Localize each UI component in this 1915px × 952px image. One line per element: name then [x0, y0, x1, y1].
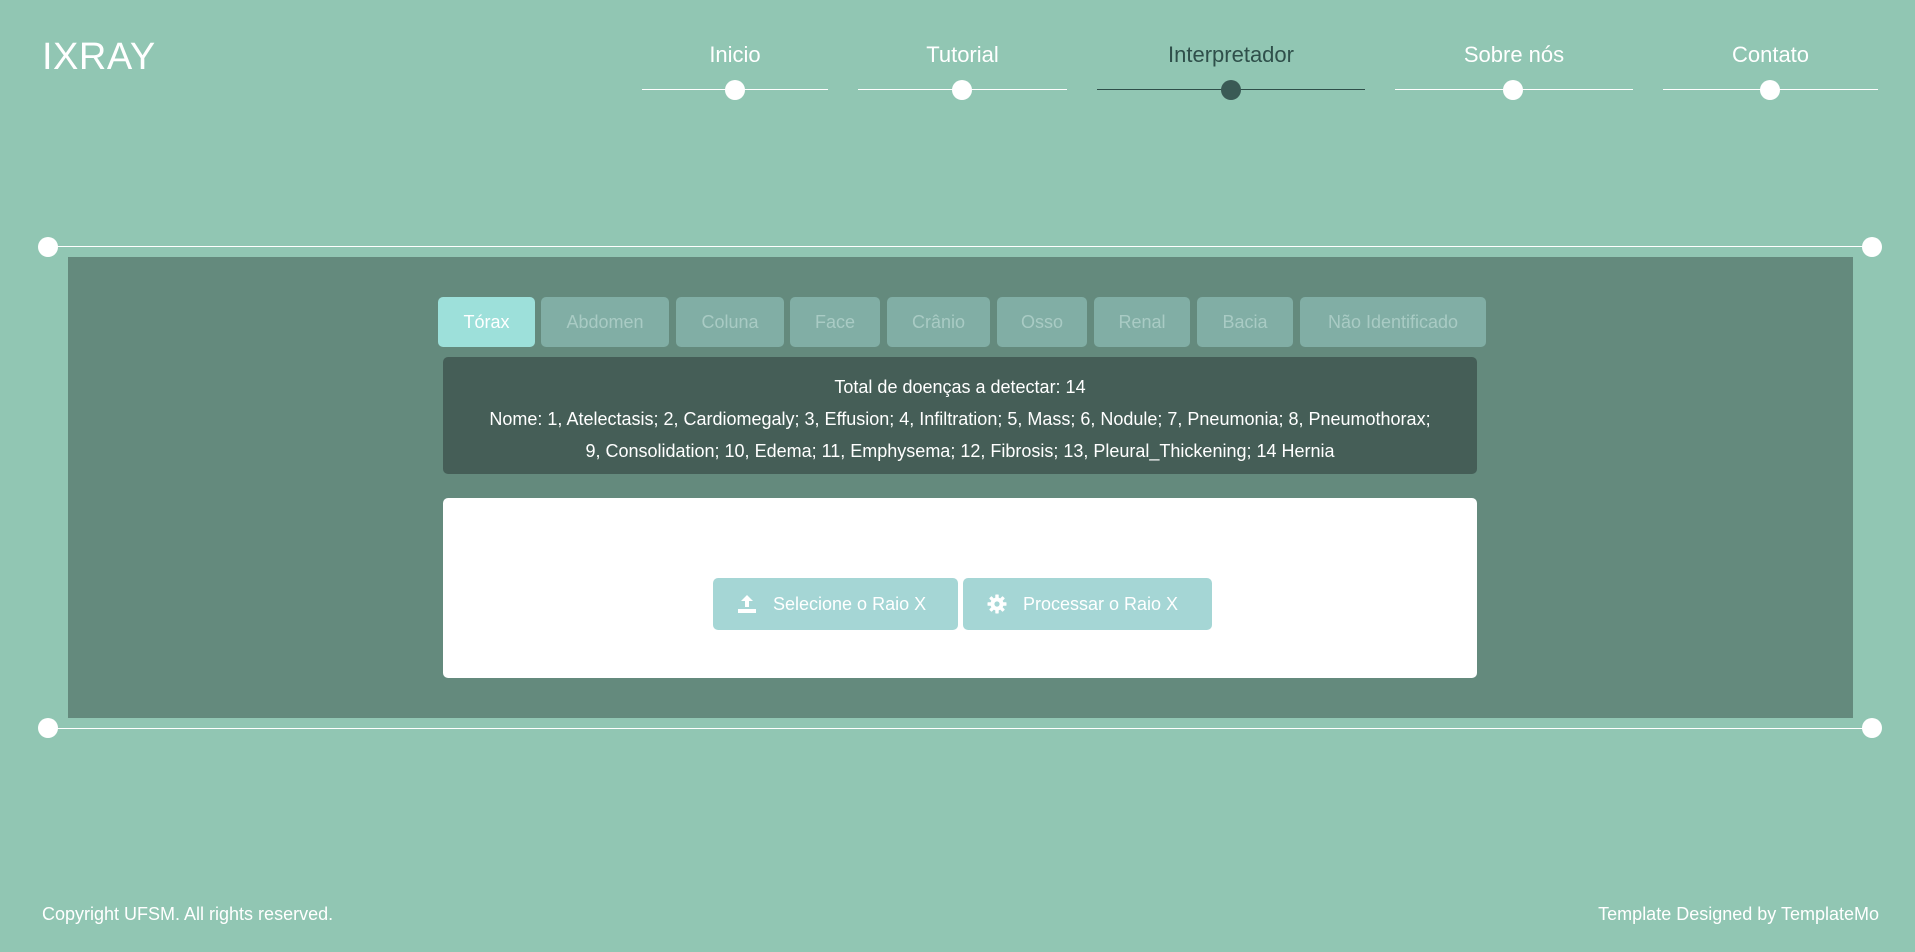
select-xray-label: Selecione o Raio X	[773, 594, 927, 614]
nav-item-inicio[interactable]: Inicio	[642, 40, 828, 100]
nav-item-label: Tutorial	[926, 42, 999, 67]
tab-cranio[interactable]: Crânio	[887, 297, 990, 347]
nav-dot	[1503, 80, 1523, 100]
upload-box: Selecione o Raio X Processar o Raio X	[443, 498, 1477, 678]
nav-dot	[1760, 80, 1780, 100]
nav-dot	[952, 80, 972, 100]
nav-item-interpretador[interactable]: Interpretador	[1097, 40, 1365, 100]
disease-names-line-1: Nome: 1, Atelectasis; 2, Cardiomegaly; 3…	[489, 409, 1431, 429]
frame-corner-dot	[38, 237, 58, 257]
gear-icon	[987, 594, 1007, 614]
footer-copyright: Copyright UFSM. All rights reserved.	[42, 904, 334, 924]
nav-item-contato[interactable]: Contato	[1663, 40, 1878, 100]
tab-renal[interactable]: Renal	[1094, 297, 1190, 347]
process-xray-button[interactable]: Processar o Raio X	[963, 578, 1212, 630]
frame-bottom-line	[48, 728, 1872, 729]
main-nav: Inicio Tutorial Interpretador Sobre nós …	[0, 0, 1915, 110]
tab-nao-identificado[interactable]: Não Identificado	[1300, 297, 1486, 347]
nav-item-label: Interpretador	[1168, 42, 1294, 67]
disease-total: Total de doenças a detectar: 14	[834, 377, 1086, 397]
frame-corner-dot	[1862, 718, 1882, 738]
disease-info-box: Total de doenças a detectar: 14 Nome: 1,…	[443, 357, 1477, 474]
tab-coluna[interactable]: Coluna	[676, 297, 784, 347]
nav-item-tutorial[interactable]: Tutorial	[858, 40, 1067, 100]
process-xray-label: Processar o Raio X	[1023, 594, 1179, 614]
select-xray-button[interactable]: Selecione o Raio X	[713, 578, 958, 630]
disease-names-line-2: 9, Consolidation; 10, Edema; 11, Emphyse…	[585, 441, 1335, 461]
upload-icon	[738, 595, 756, 613]
footer-credit[interactable]: Template Designed by TemplateMo	[1598, 904, 1879, 925]
nav-dot	[725, 80, 745, 100]
frame-corner-dot	[1862, 237, 1882, 257]
frame-corner-dot	[38, 718, 58, 738]
nav-item-label: Contato	[1731, 42, 1810, 67]
tab-osso[interactable]: Osso	[997, 297, 1087, 347]
tab-abdomen[interactable]: Abdomen	[541, 297, 669, 347]
tab-bacia[interactable]: Bacia	[1197, 297, 1293, 347]
tab-face[interactable]: Face	[790, 297, 880, 347]
tab-torax[interactable]: Tórax	[438, 297, 535, 347]
nav-item-label: Inicio	[709, 42, 761, 67]
nav-item-label: Sobre nós	[1463, 42, 1565, 67]
nav-item-sobre-nos[interactable]: Sobre nós	[1395, 40, 1633, 100]
frame-top-line	[48, 246, 1872, 247]
nav-dot	[1221, 80, 1241, 100]
